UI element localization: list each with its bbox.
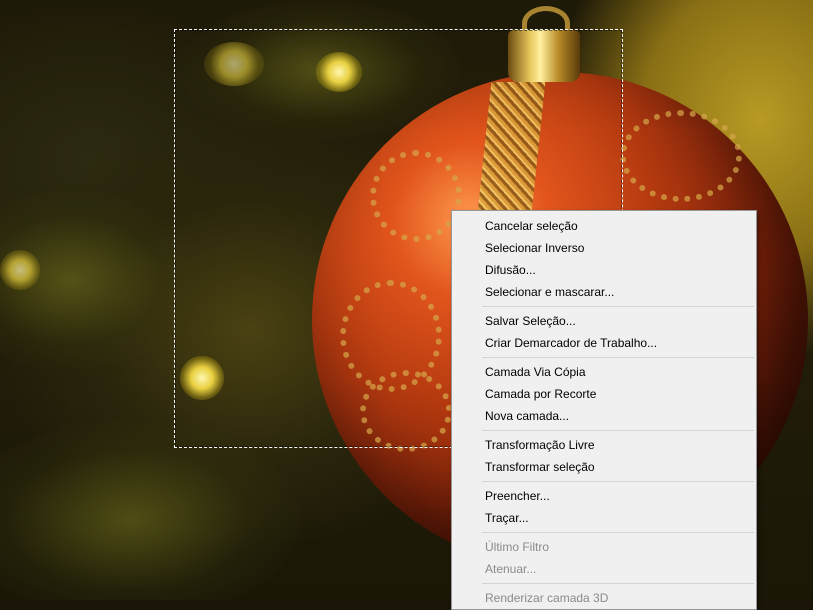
- menu-item-preencher[interactable]: Preencher...: [452, 485, 756, 507]
- menu-item-camada-via-copia[interactable]: Camada Via Cópia: [452, 361, 756, 383]
- menu-item-cancelar-selecao[interactable]: Cancelar seleção: [452, 215, 756, 237]
- menu-item-selecionar-inverso[interactable]: Selecionar Inverso: [452, 237, 756, 259]
- menu-separator: [482, 532, 754, 533]
- menu-separator: [482, 357, 754, 358]
- menu-item-tracar[interactable]: Traçar...: [452, 507, 756, 529]
- menu-separator: [482, 481, 754, 482]
- ornament-swirl: [620, 110, 742, 202]
- menu-item-transformacao-livre[interactable]: Transformação Livre: [452, 434, 756, 456]
- menu-item-transformar-selecao[interactable]: Transformar seleção: [452, 456, 756, 478]
- light-bokeh: [0, 250, 40, 290]
- menu-separator: [482, 430, 754, 431]
- menu-item-atenuar: Atenuar...: [485, 562, 537, 576]
- menu-item-difusao[interactable]: Difusão...: [452, 259, 756, 281]
- context-menu: Cancelar seleção Selecionar Inverso Difusã…: [451, 210, 757, 610]
- menu-separator: [482, 583, 754, 584]
- menu-item-renderizar-camada-3d: Renderizar camada 3D: [485, 591, 609, 605]
- menu-item-criar-demarcador-de-trabalho[interactable]: Criar Demarcador de Trabalho...: [452, 332, 756, 354]
- menu-item-salvar-selecao[interactable]: Salvar Seleção...: [452, 310, 756, 332]
- menu-separator: [482, 306, 754, 307]
- menu-item-camada-por-recorte[interactable]: Camada por Recorte: [452, 383, 756, 405]
- menu-item-selecionar-e-mascarar[interactable]: Selecionar e mascarar...: [452, 281, 756, 303]
- menu-item-ultimo-filtro: Último Filtro: [485, 540, 550, 554]
- menu-item-nova-camada[interactable]: Nova camada...: [452, 405, 756, 427]
